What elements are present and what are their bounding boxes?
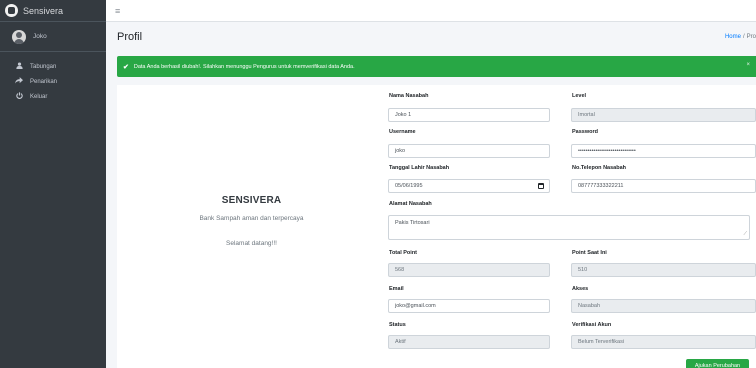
intro-title: SENSIVERA — [221, 195, 282, 206]
level-input: Imortal — [571, 108, 756, 122]
calendar-icon[interactable] — [538, 183, 544, 189]
telepon-label: No.Telepon Nasabah — [572, 165, 626, 171]
close-icon[interactable]: × — [746, 62, 750, 68]
share-arrow-icon — [14, 77, 24, 86]
verifikasi-input: Belum Terverifikasi — [571, 335, 756, 349]
akses-label: Akses — [572, 286, 589, 292]
success-alert: ✔ Data Anda berhasil diubah!. Silahkan m… — [117, 56, 756, 77]
total-point-label: Total Point — [389, 250, 418, 256]
sidebar-nav: Tabungan Penarikan Keluar — [0, 52, 106, 104]
tanggal-label: Tanggal Lahir Nasabah — [389, 165, 450, 171]
alamat-label: Alamat Nasabah — [389, 201, 432, 207]
user-icon — [14, 62, 24, 71]
intro-welcome: Selamat datang!!! — [226, 240, 277, 247]
power-icon — [14, 92, 24, 101]
menu-toggle-icon[interactable]: ≡ — [115, 6, 120, 16]
email-input[interactable]: joko@gmail.com — [388, 299, 550, 313]
sidebar-item-penarikan[interactable]: Penarikan — [0, 74, 106, 89]
sidebar-item-label: Tabungan — [30, 63, 57, 70]
check-icon: ✔ — [123, 63, 129, 71]
sidebar-item-label: Penarikan — [30, 78, 58, 85]
brand-name: Sensivera — [23, 5, 64, 16]
intro-panel: SENSIVERA Bank Sampah aman dan terpercay… — [117, 85, 386, 368]
telepon-input[interactable]: 087777333322211 — [571, 179, 756, 193]
intro-subtitle: Bank Sampah aman dan terpercaya — [199, 215, 304, 222]
nama-input[interactable]: Joko 1 — [388, 108, 550, 122]
brand-logo-icon — [5, 4, 18, 17]
tanggal-value: 05/06/1995 — [395, 183, 423, 189]
nama-label: Nama Nasabah — [389, 93, 429, 99]
resize-handle-icon[interactable]: ⟋ — [743, 231, 747, 237]
alamat-value: Pakis Tirtosari — [395, 220, 430, 226]
point-saat-ini-input: 510 — [571, 263, 756, 277]
page-title: Profil — [117, 31, 143, 43]
status-label: Status — [389, 322, 406, 328]
point-saat-ini-label: Point Saat Ini — [572, 250, 607, 256]
username-label: Username — [389, 129, 416, 135]
email-label: Email — [389, 286, 404, 292]
avatar — [12, 29, 26, 44]
ajukan-perubahan-button[interactable]: Ajukan Perubahan — [686, 359, 749, 368]
verifikasi-label: Verifikasi Akun — [572, 322, 612, 328]
username-input[interactable]: joko — [388, 144, 550, 158]
level-label: Level — [572, 93, 587, 99]
akses-input: Nasabah — [571, 299, 756, 313]
tanggal-input[interactable]: 05/06/1995 — [388, 179, 550, 193]
sidebar: Sensivera Joko Tabungan Penarikan Keluar — [0, 0, 106, 368]
brand-link[interactable]: Sensivera — [0, 0, 106, 22]
top-navbar: ≡ — [106, 0, 756, 22]
sidebar-item-tabungan[interactable]: Tabungan — [0, 59, 106, 74]
user-panel[interactable]: Joko — [0, 22, 106, 52]
breadcrumb-current: Pro — [746, 34, 756, 40]
alert-message: Data Anda berhasil diubah!. Silahkan men… — [133, 63, 355, 70]
password-label: Password — [572, 129, 598, 135]
breadcrumb-home-link[interactable]: Home — [725, 34, 741, 40]
total-point-input: 568 — [388, 263, 550, 277]
sidebar-item-label: Keluar — [30, 93, 48, 100]
sidebar-item-keluar[interactable]: Keluar — [0, 89, 106, 104]
user-name: Joko — [33, 33, 47, 40]
status-input: Aktif — [388, 335, 550, 349]
password-input[interactable]: •••••••••••••••••••••••••••••• — [571, 144, 756, 158]
alamat-textarea[interactable]: Pakis Tirtosari ⟋ — [388, 215, 750, 240]
breadcrumb: Home / Pro — [725, 34, 756, 40]
